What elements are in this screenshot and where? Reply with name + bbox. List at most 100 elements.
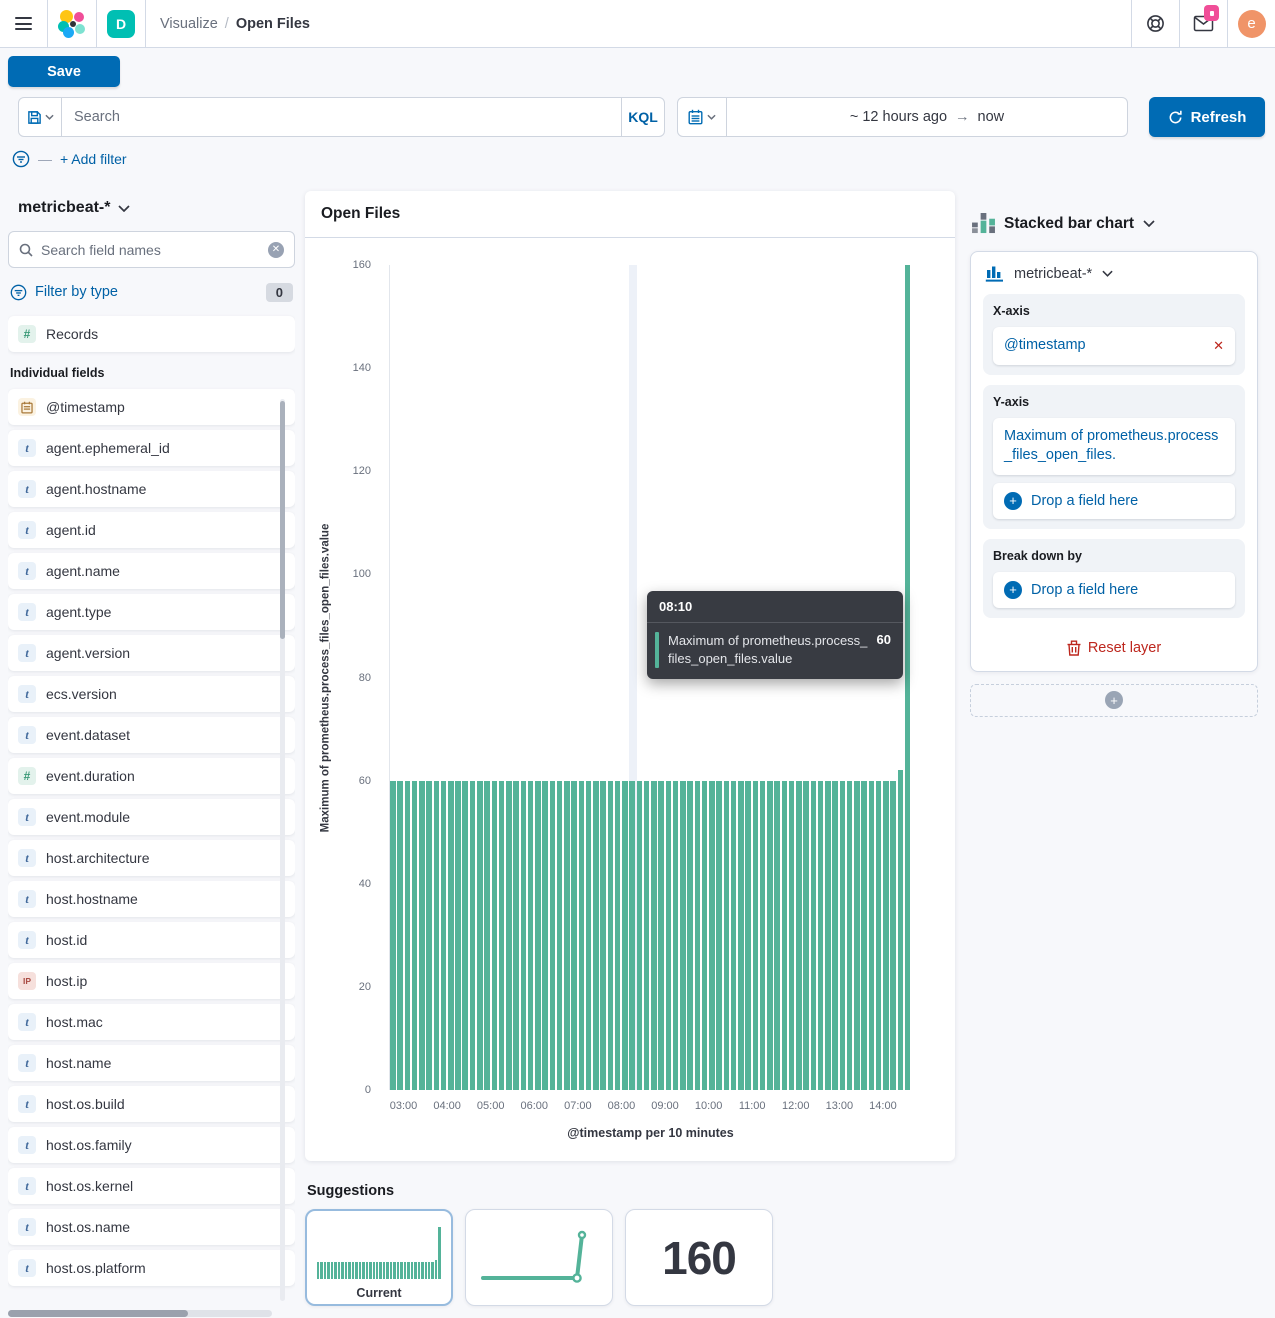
field-item[interactable]: tagent.name bbox=[8, 553, 295, 589]
bar[interactable] bbox=[455, 781, 461, 1090]
bar[interactable] bbox=[818, 781, 824, 1090]
bar[interactable] bbox=[397, 781, 403, 1090]
bar[interactable] bbox=[426, 781, 432, 1090]
filter-by-type-button[interactable]: Filter by type bbox=[35, 284, 118, 300]
bar[interactable] bbox=[861, 781, 867, 1090]
bar[interactable] bbox=[724, 781, 730, 1090]
bar[interactable] bbox=[753, 781, 759, 1090]
bar[interactable] bbox=[593, 781, 599, 1090]
field-item[interactable]: tagent.id bbox=[8, 512, 295, 548]
help-icon[interactable] bbox=[1131, 0, 1179, 47]
bar[interactable] bbox=[738, 781, 744, 1090]
bar[interactable] bbox=[782, 781, 788, 1090]
bar[interactable] bbox=[499, 781, 505, 1090]
field-item[interactable]: tevent.module bbox=[8, 799, 295, 835]
bar[interactable] bbox=[789, 781, 795, 1090]
field-item[interactable]: tagent.type bbox=[8, 594, 295, 630]
field-item[interactable]: tevent.dataset bbox=[8, 717, 295, 753]
bar[interactable] bbox=[840, 781, 846, 1090]
bar[interactable] bbox=[767, 781, 773, 1090]
bar[interactable] bbox=[405, 781, 411, 1090]
bar[interactable] bbox=[666, 781, 672, 1090]
sidebar-hscroll-thumb[interactable] bbox=[8, 1310, 188, 1317]
bar[interactable] bbox=[760, 781, 766, 1090]
field-item[interactable]: thost.os.name bbox=[8, 1209, 295, 1245]
bar[interactable] bbox=[796, 781, 802, 1090]
bar[interactable] bbox=[731, 781, 737, 1090]
bar[interactable] bbox=[586, 781, 592, 1090]
bar[interactable] bbox=[434, 781, 440, 1090]
bar[interactable] bbox=[680, 781, 686, 1090]
add-layer-button[interactable]: + bbox=[970, 684, 1258, 717]
field-item[interactable]: thost.os.build bbox=[8, 1086, 295, 1122]
breakdown-drop-target[interactable]: + Drop a field here bbox=[993, 572, 1235, 608]
bar[interactable] bbox=[390, 781, 396, 1090]
bar[interactable] bbox=[629, 781, 635, 1090]
field-item[interactable]: @timestamp bbox=[8, 389, 295, 425]
bar[interactable] bbox=[847, 781, 853, 1090]
field-item[interactable]: thost.mac bbox=[8, 1004, 295, 1040]
bar[interactable] bbox=[441, 781, 447, 1090]
bar[interactable] bbox=[716, 781, 722, 1090]
bar[interactable] bbox=[883, 781, 889, 1090]
bar[interactable] bbox=[898, 770, 904, 1090]
bar[interactable] bbox=[564, 781, 570, 1090]
bar[interactable] bbox=[905, 265, 911, 1090]
index-pattern-switcher[interactable]: metricbeat-* bbox=[8, 191, 295, 221]
suggestion-current[interactable]: Current bbox=[305, 1209, 453, 1306]
bar[interactable] bbox=[854, 781, 860, 1090]
bar[interactable] bbox=[803, 781, 809, 1090]
field-item[interactable]: thost.hostname bbox=[8, 881, 295, 917]
refresh-button[interactable]: Refresh bbox=[1149, 97, 1265, 137]
bar[interactable] bbox=[484, 781, 490, 1090]
bar[interactable] bbox=[571, 781, 577, 1090]
bar[interactable] bbox=[637, 781, 643, 1090]
field-item[interactable]: thost.os.family bbox=[8, 1127, 295, 1163]
bar[interactable] bbox=[832, 781, 838, 1090]
bar[interactable] bbox=[709, 781, 715, 1090]
field-item[interactable]: thost.architecture bbox=[8, 840, 295, 876]
field-item[interactable]: tagent.version bbox=[8, 635, 295, 671]
space-avatar[interactable]: D bbox=[107, 10, 135, 38]
menu-icon[interactable] bbox=[0, 0, 48, 47]
bar[interactable] bbox=[513, 781, 519, 1090]
bar[interactable] bbox=[477, 781, 483, 1090]
reset-layer-button[interactable]: Reset layer bbox=[983, 628, 1245, 658]
field-item[interactable]: thost.os.kernel bbox=[8, 1168, 295, 1204]
bar[interactable] bbox=[608, 781, 614, 1090]
bar[interactable] bbox=[825, 781, 831, 1090]
field-item[interactable]: thost.os.platform bbox=[8, 1250, 295, 1286]
bar[interactable] bbox=[673, 781, 679, 1090]
bar[interactable] bbox=[869, 781, 875, 1090]
bar[interactable] bbox=[890, 781, 896, 1090]
x-axis-dimension[interactable]: @timestamp ✕ bbox=[993, 327, 1235, 365]
bar[interactable] bbox=[658, 781, 664, 1090]
remove-dimension-icon[interactable]: ✕ bbox=[1213, 338, 1224, 354]
elastic-logo[interactable] bbox=[48, 0, 97, 47]
bar[interactable] bbox=[557, 781, 563, 1090]
bar[interactable] bbox=[521, 781, 527, 1090]
newsfeed-icon[interactable] bbox=[1179, 0, 1227, 47]
bar[interactable] bbox=[535, 781, 541, 1090]
filter-icon[interactable] bbox=[12, 150, 30, 168]
bar[interactable] bbox=[470, 781, 476, 1090]
bar[interactable] bbox=[745, 781, 751, 1090]
bar[interactable] bbox=[412, 781, 418, 1090]
chart-type-switcher[interactable]: Stacked bar chart bbox=[972, 213, 1258, 234]
search-input[interactable] bbox=[74, 109, 609, 125]
bar[interactable] bbox=[419, 781, 425, 1090]
y-axis-dimension[interactable]: Maximum of prometheus.process_files_open… bbox=[993, 418, 1235, 475]
bar[interactable] bbox=[622, 781, 628, 1090]
bar[interactable] bbox=[528, 781, 534, 1090]
bar[interactable] bbox=[811, 781, 817, 1090]
suggestion-line-chart[interactable] bbox=[465, 1209, 613, 1306]
saved-query-button[interactable] bbox=[18, 97, 62, 137]
bar[interactable] bbox=[448, 781, 454, 1090]
field-search-input[interactable] bbox=[41, 242, 260, 258]
bar[interactable] bbox=[615, 781, 621, 1090]
bar[interactable] bbox=[550, 781, 556, 1090]
bar[interactable] bbox=[506, 781, 512, 1090]
bar[interactable] bbox=[644, 781, 650, 1090]
y-axis-drop-target[interactable]: + Drop a field here bbox=[993, 483, 1235, 519]
bar[interactable] bbox=[876, 781, 882, 1090]
